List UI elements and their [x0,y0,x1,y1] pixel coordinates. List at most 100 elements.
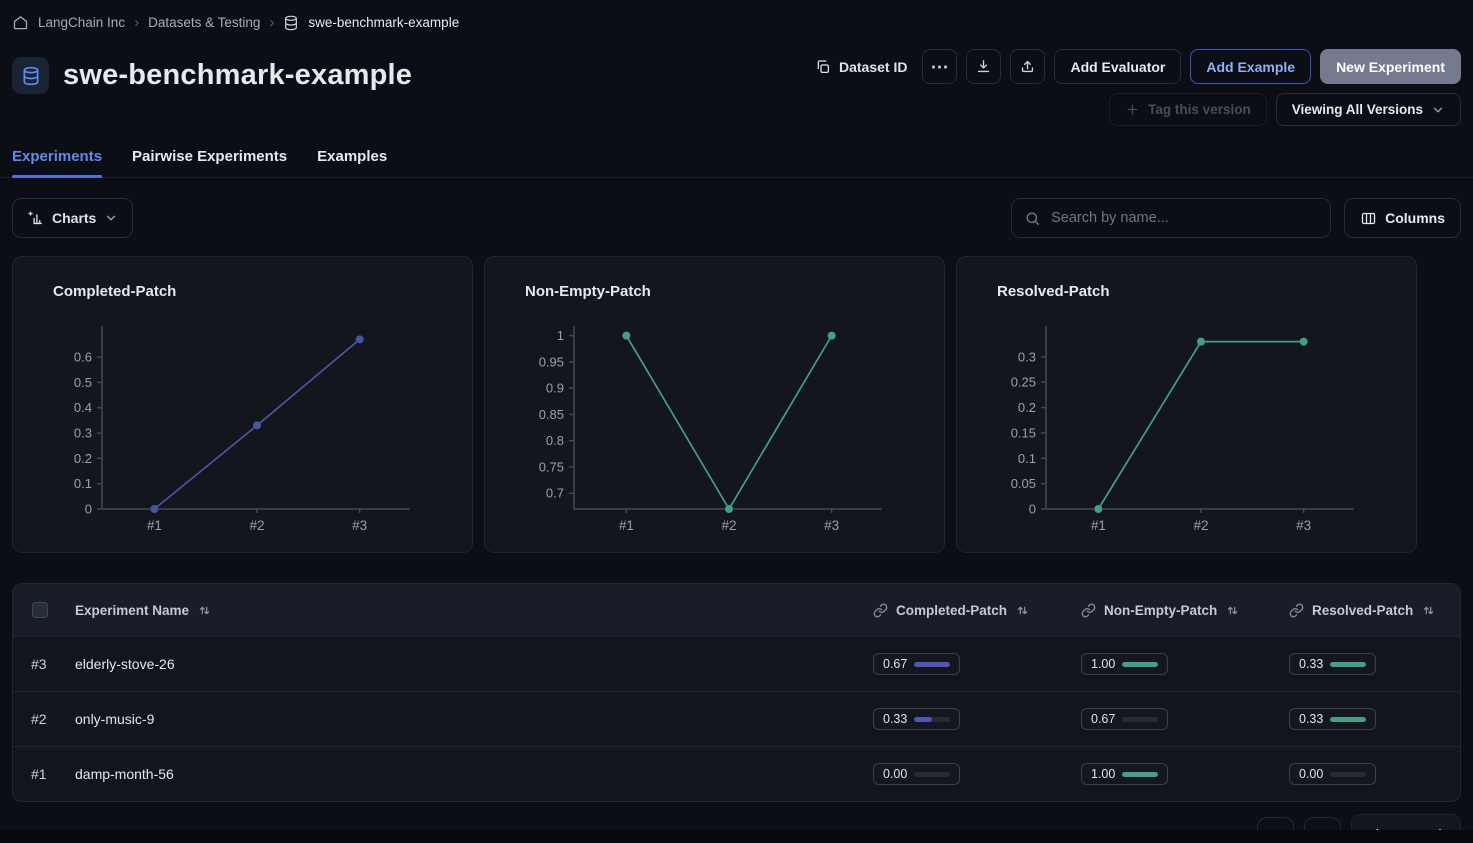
download-button[interactable] [966,49,1001,84]
title-wrap: swe-benchmark-example [12,49,412,94]
chart-title: Non-Empty-Patch [525,283,944,300]
metric-value: 0.33 [1299,657,1323,671]
chart-title: Resolved-Patch [997,283,1416,300]
header-cell-completed-patch[interactable]: Completed-Patch [861,603,1069,618]
database-icon [283,15,299,31]
add-example-button[interactable]: Add Example [1190,49,1311,84]
add-evaluator-button[interactable]: Add Evaluator [1054,49,1181,84]
metric-bar [914,662,950,667]
metric-bar [1122,772,1158,777]
metric-bar [914,772,950,777]
chart-card-non-empty-patch: Non-Empty-Patch0.70.750.80.850.90.951#1#… [484,256,945,553]
svg-text:0.3: 0.3 [1018,349,1036,364]
experiment-index: #3 [31,656,47,672]
svg-text:1: 1 [557,328,564,343]
link-icon [873,603,888,618]
sort-icon[interactable] [1015,603,1030,618]
upload-button[interactable] [1010,49,1045,84]
svg-text:#1: #1 [619,518,634,533]
sort-icon[interactable] [197,603,212,618]
header-cell-name[interactable]: Experiment Name [75,603,861,618]
svg-text:0.4: 0.4 [74,400,92,415]
metric-pill: 0.00 [1289,763,1376,785]
bottom-strip [0,830,1473,843]
svg-text:0.3: 0.3 [74,426,92,441]
breadcrumb: LangChain Inc › Datasets & Testing › swe… [12,0,1461,31]
metric-pill: 1.00 [1081,653,1168,675]
sort-icon[interactable] [1225,603,1240,618]
chart-card-resolved-patch: Resolved-Patch00.050.10.150.20.250.3#1#2… [956,256,1417,553]
svg-text:0.1: 0.1 [1018,451,1036,466]
metric-pill: 0.67 [873,653,960,675]
line-chart: 0.70.750.80.850.90.951#1#2#3 [485,302,935,542]
experiment-name[interactable]: damp-month-56 [75,766,174,782]
columns-button[interactable]: Columns [1344,198,1461,238]
svg-text:0.1: 0.1 [74,476,92,491]
download-icon [975,58,992,75]
table-row[interactable]: #3 elderly-stove-26 0.67 1.00 0.33 [13,636,1460,691]
charts-dropdown-button[interactable]: Charts [12,198,133,238]
tab-bar: Experiments Pairwise Experiments Examples [0,142,1473,178]
breadcrumb-page: swe-benchmark-example [308,15,459,30]
dataset-id-button[interactable]: Dataset ID [809,49,913,84]
breadcrumb-org[interactable]: LangChain Inc [38,15,125,30]
svg-text:#3: #3 [1296,518,1311,533]
chart-card-completed-patch: Completed-Patch00.10.20.30.40.50.6#1#2#3 [12,256,473,553]
header-cell-non-empty-patch[interactable]: Non-Empty-Patch [1069,603,1277,618]
table-header-row: Experiment Name Completed-Patch Non-Empt [13,584,1460,636]
more-options-button[interactable]: ⋯ [922,49,957,84]
plus-icon [1125,102,1140,117]
ellipsis-icon: ⋯ [930,58,949,76]
svg-text:#1: #1 [147,518,162,533]
metric-bar [1330,717,1366,722]
toolbar-right: Columns [1011,198,1461,238]
svg-text:#2: #2 [722,518,737,533]
metric-pill: 0.00 [873,763,960,785]
svg-text:#2: #2 [1194,518,1209,533]
tab-pairwise-experiments[interactable]: Pairwise Experiments [132,142,287,177]
search-input[interactable] [1051,210,1318,226]
header-actions-secondary: Tag this version Viewing All Versions [1109,93,1461,126]
metric-bar [914,717,950,722]
experiment-name[interactable]: only-music-9 [75,711,154,727]
bar-chart-icon [27,210,44,227]
new-experiment-button[interactable]: New Experiment [1320,49,1461,84]
breadcrumb-section[interactable]: Datasets & Testing [148,15,260,30]
metric-value: 1.00 [1091,657,1115,671]
svg-text:0.6: 0.6 [74,350,92,365]
select-all-checkbox[interactable] [32,602,48,618]
metric-value: 0.00 [883,767,907,781]
svg-text:0: 0 [1029,502,1036,517]
tab-examples[interactable]: Examples [317,142,387,177]
svg-text:0.05: 0.05 [1011,476,1036,491]
page-header: swe-benchmark-example Dataset ID ⋯ [12,49,1461,126]
breadcrumb-separator: › [134,14,139,31]
svg-text:0.8: 0.8 [546,433,564,448]
line-chart: 00.10.20.30.40.50.6#1#2#3 [13,302,463,542]
svg-text:#2: #2 [250,518,265,533]
header-cell-resolved-patch[interactable]: Resolved-Patch [1277,603,1460,618]
table-row[interactable]: #1damp-month-560.001.000.00 [13,746,1460,801]
metric-value: 0.67 [1091,712,1115,726]
tab-experiments[interactable]: Experiments [12,142,102,177]
svg-text:0.9: 0.9 [546,381,564,396]
metric-pill: 0.33 [1289,708,1376,730]
home-icon[interactable] [12,14,29,31]
svg-text:0.7: 0.7 [546,486,564,501]
svg-text:0.5: 0.5 [74,375,92,390]
viewing-versions-dropdown[interactable]: Viewing All Versions [1276,93,1461,126]
database-icon [21,66,41,86]
experiment-name[interactable]: elderly-stove-26 [75,656,175,672]
table-row[interactable]: #2only-music-90.330.670.33 [13,691,1460,746]
metric-pill: 0.33 [1289,653,1376,675]
metric-value: 1.00 [1091,767,1115,781]
svg-text:0.2: 0.2 [74,451,92,466]
tag-version-button[interactable]: Tag this version [1109,93,1267,126]
sort-icon[interactable] [1421,603,1436,618]
metric-bar [1330,772,1366,777]
svg-text:#1: #1 [1091,518,1106,533]
metric-pill: 1.00 [1081,763,1168,785]
metric-pill: 0.67 [1081,708,1168,730]
copy-icon [815,59,831,75]
header-actions: Dataset ID ⋯ Add Evaluator Add Example [809,49,1461,126]
